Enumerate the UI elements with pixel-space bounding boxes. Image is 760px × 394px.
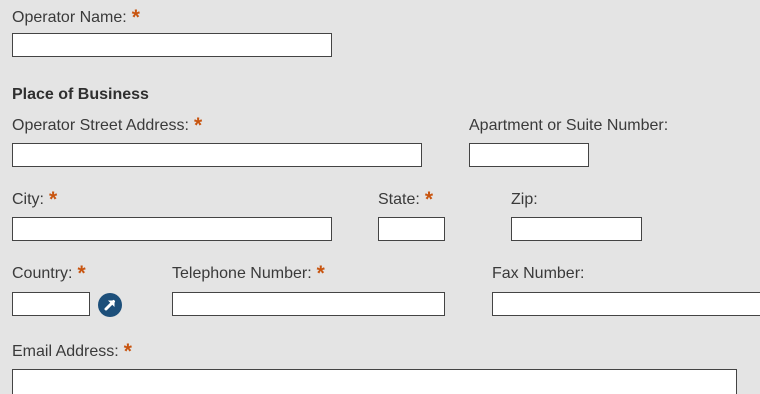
zip-input[interactable] — [511, 217, 642, 241]
apartment-suite-input[interactable] — [469, 143, 589, 167]
country-input[interactable] — [12, 292, 90, 316]
street-address-label: Operator Street Address: * — [12, 114, 203, 137]
required-marker: * — [424, 188, 433, 211]
state-label: State: * — [378, 188, 433, 211]
fax-label: Fax Number: — [492, 265, 585, 282]
fax-input[interactable] — [492, 292, 760, 316]
state-input[interactable] — [378, 217, 445, 241]
required-marker: * — [77, 262, 86, 285]
required-marker: * — [123, 340, 132, 363]
telephone-input[interactable] — [172, 292, 445, 316]
email-input[interactable] — [12, 369, 737, 394]
operator-name-label: Operator Name: * — [12, 6, 140, 29]
operator-name-label-text: Operator Name: — [12, 9, 127, 26]
email-label-text: Email Address: — [12, 343, 119, 360]
country-label: Country: * — [12, 262, 86, 285]
operator-name-input[interactable] — [12, 33, 332, 57]
city-label: City: * — [12, 188, 58, 211]
telephone-label: Telephone Number: * — [172, 262, 325, 285]
required-marker: * — [193, 114, 203, 137]
city-input[interactable] — [12, 217, 332, 241]
country-label-text: Country: — [12, 265, 73, 282]
street-address-label-text: Operator Street Address: — [12, 117, 189, 134]
street-address-input[interactable] — [12, 143, 422, 167]
section-title-place-of-business: Place of Business — [12, 86, 149, 103]
country-lookup-button[interactable] — [98, 293, 122, 317]
state-label-text: State: — [378, 191, 420, 208]
required-marker: * — [49, 188, 58, 211]
arrow-up-right-icon — [104, 300, 115, 311]
zip-label: Zip: — [511, 191, 538, 208]
apartment-suite-label: Apartment or Suite Number: — [469, 117, 669, 134]
required-marker: * — [131, 6, 140, 29]
required-marker: * — [316, 262, 325, 285]
city-label-text: City: — [12, 191, 44, 208]
email-label: Email Address: * — [12, 340, 132, 363]
telephone-label-text: Telephone Number: — [172, 265, 312, 282]
